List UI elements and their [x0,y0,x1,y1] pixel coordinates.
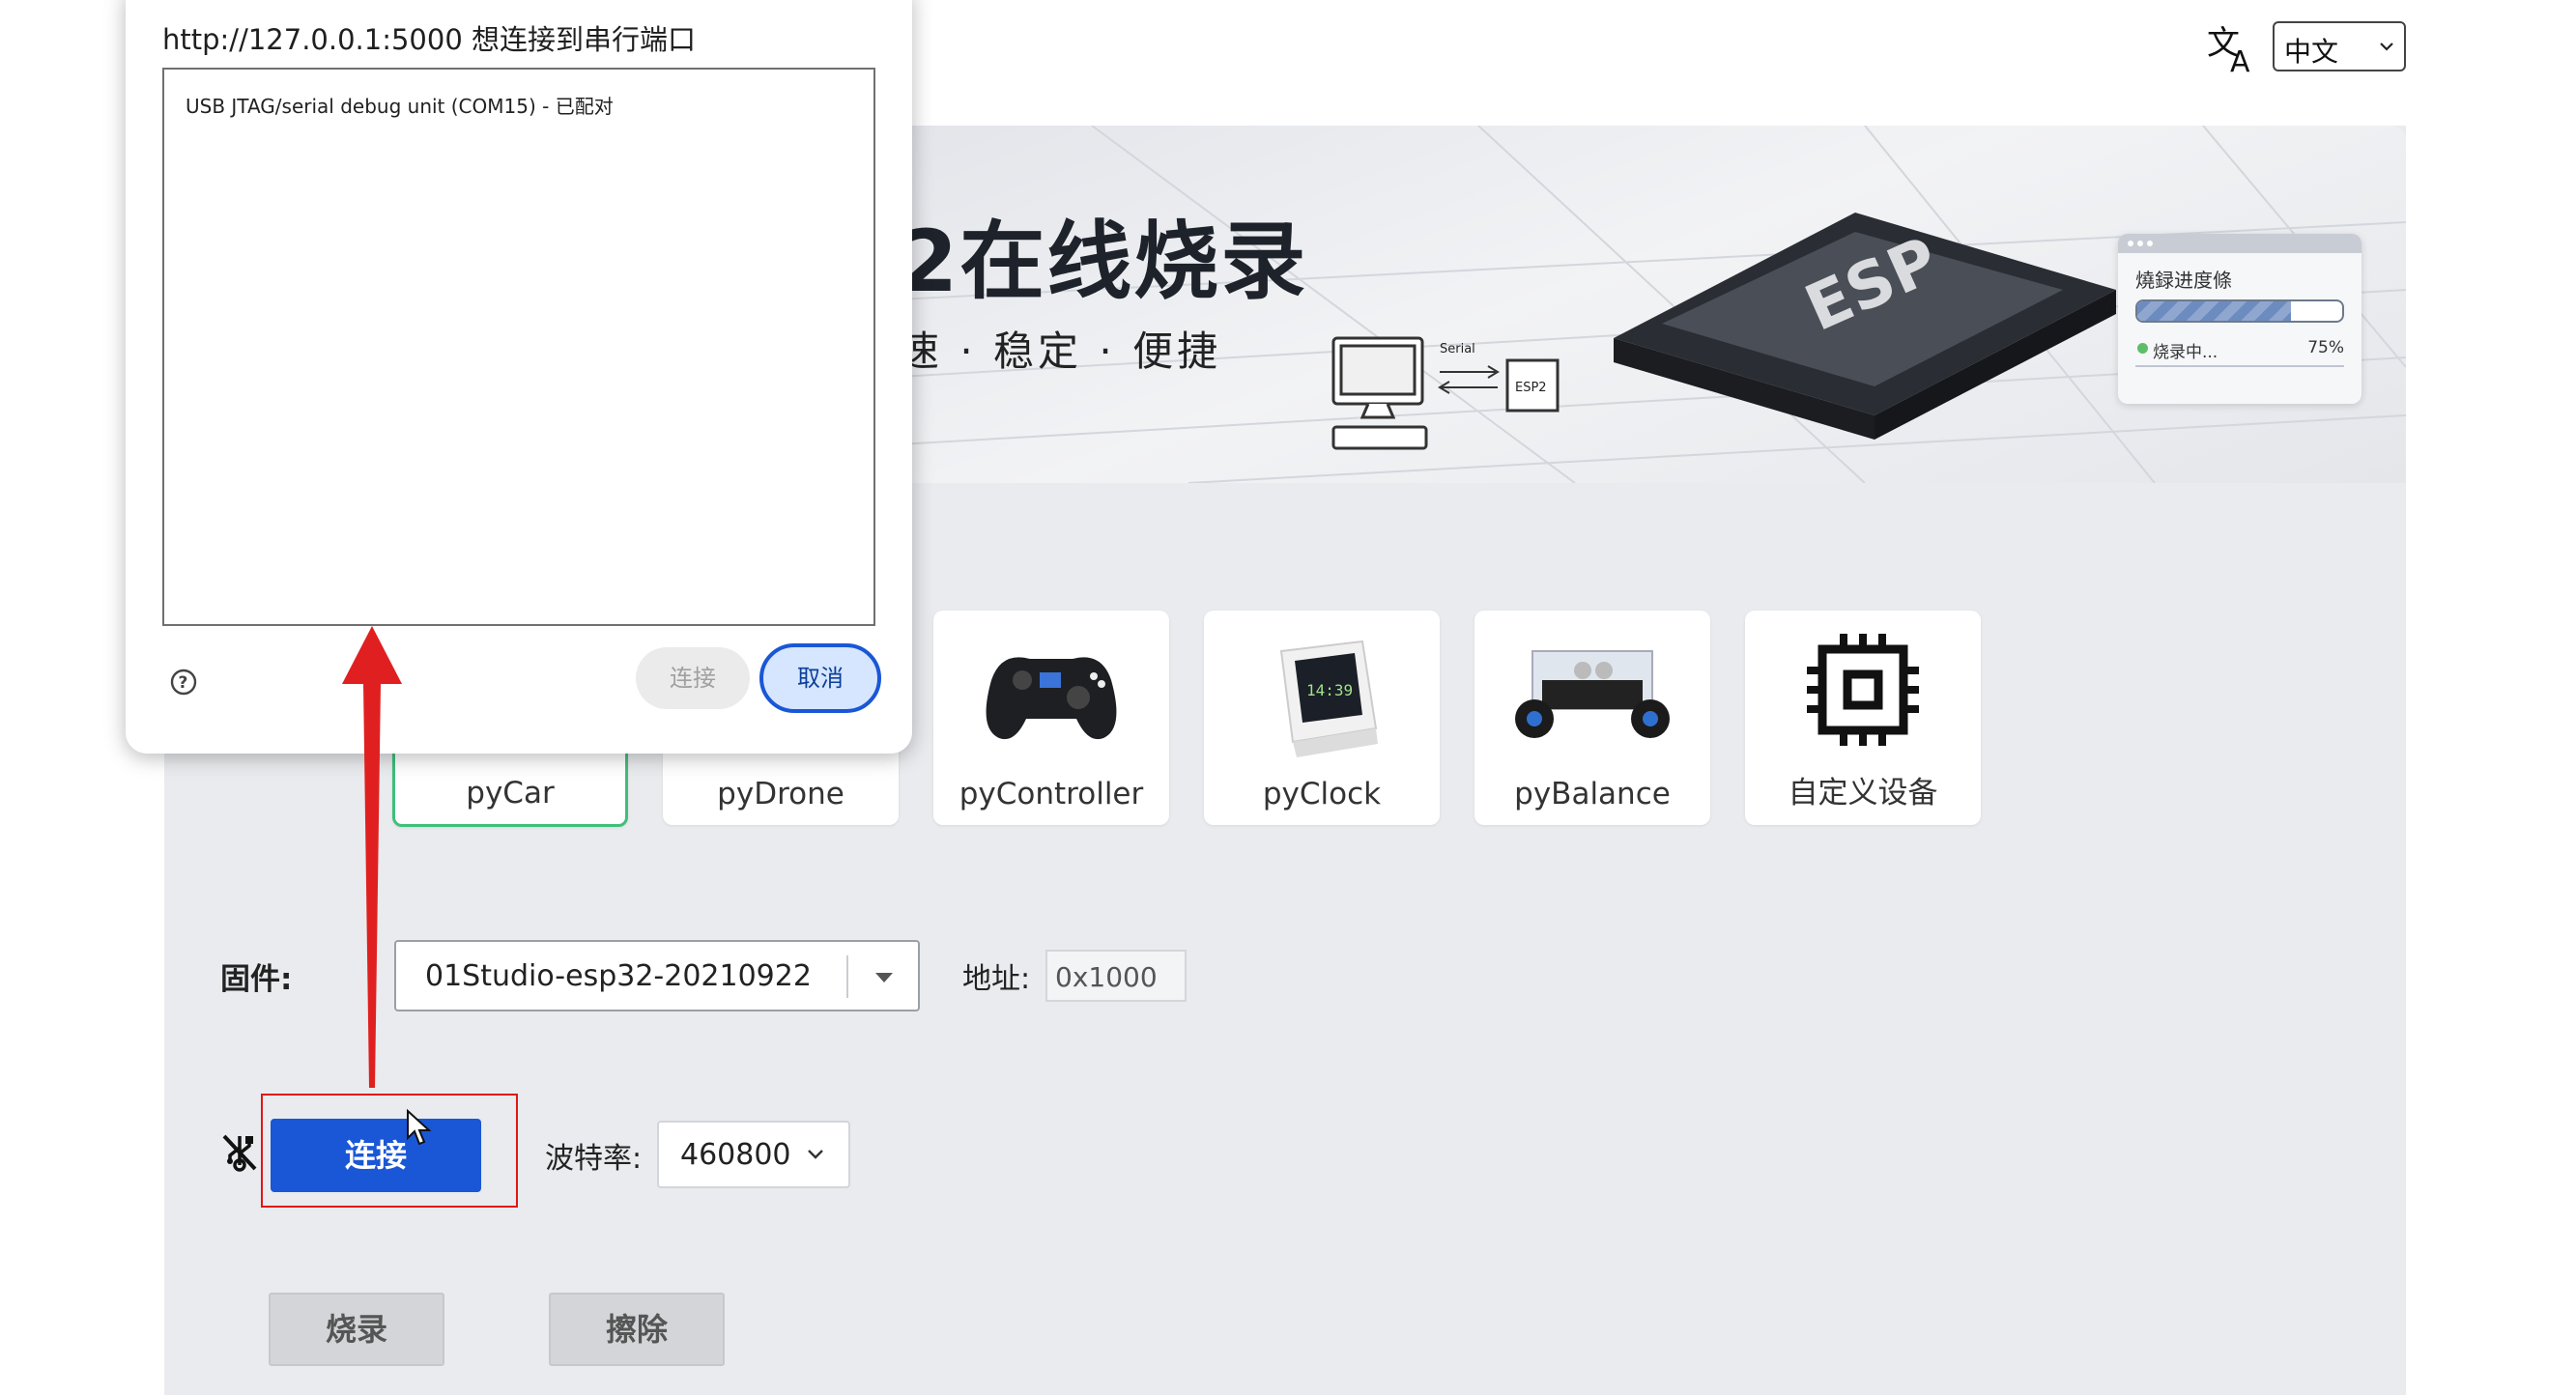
robot-car-icon [1515,650,1670,738]
highlight-box [261,1094,518,1208]
dropdown-arrow-icon [875,973,893,982]
dialog-title: http://127.0.0.1:5000 想连接到串行端口 [162,23,696,56]
baud-rate-value: 460800 [680,1138,791,1172]
svg-text:?: ? [179,673,188,693]
dialog-cancel-button[interactable]: 取消 [759,643,881,713]
erase-button[interactable]: 擦除 [549,1293,725,1366]
address-label: 地址: [962,962,1031,996]
baud-rate-label: 波特率: [545,1142,643,1176]
firmware-select[interactable]: 01Studio-esp32-20210922 [394,940,920,1011]
status-led [2137,343,2148,354]
progress-title: 燒録进度條 [2135,269,2232,292]
annotation-arrow [342,626,402,1088]
target-label: ESP2 [1515,381,1547,395]
address-input[interactable]: 0x1000 [1045,950,1187,1002]
hero-banner: ESP Serial ESP2 2在线烧录 速 · 稳定 · 便捷 燒録进度條 … [899,126,2406,483]
language-value: 中文 [2284,36,2339,68]
progress-status: 烧录中... [2153,343,2218,362]
translate-icon: 文 A [2207,24,2250,75]
device-card-custom[interactable]: 自定义设备 [1745,611,1981,825]
chip-icon [1807,634,1919,746]
device-label: pyClock [1262,777,1382,811]
serial-label: Serial [1440,342,1475,356]
serial-port-dialog: http://127.0.0.1:5000 想连接到串行端口 USB JTAG/… [126,0,912,754]
svg-text:A: A [2230,45,2250,75]
firmware-value: 01Studio-esp32-20210922 [425,959,812,993]
device-label: pyCar [466,776,555,811]
dialog-connect-button[interactable]: 连接 [636,647,750,709]
chevron-down-icon [2380,43,2393,51]
banner-subtitle: 速 · 稳定 · 便捷 [899,327,1222,375]
device-label: pyDrone [717,777,844,811]
chevron-down-icon [808,1150,823,1159]
progress-card: 燒録进度條 烧录中... 75% [2118,234,2361,404]
gamepad-icon [986,657,1117,740]
port-item[interactable]: USB JTAG/serial debug unit (COM15) - 已配对 [186,91,614,119]
firmware-label: 固件: [220,962,293,997]
device-label: pyBalance [1514,777,1671,811]
progress-percent: 75% [2307,338,2344,357]
port-list[interactable]: USB JTAG/serial debug unit (COM15) - 已配对 [162,68,875,626]
language-select[interactable]: 中文 [2273,21,2406,71]
device-label: 自定义设备 [1788,776,1938,811]
device-card-pyclock[interactable]: 14:39 pyClock [1204,611,1440,825]
svg-text:14:39: 14:39 [1306,681,1353,699]
mouse-cursor-icon [407,1109,432,1146]
device-card-pycontroller[interactable]: pyController [933,611,1169,825]
device-card-pybalance[interactable]: pyBalance [1474,611,1710,825]
banner-title: 2在线烧录 [899,212,1308,311]
flash-button[interactable]: 烧录 [269,1293,444,1366]
clock-device-icon: 14:39 [1279,640,1378,757]
device-label: pyController [959,777,1144,811]
usb-disconnected-icon [222,1134,257,1172]
help-icon[interactable]: ? [170,669,197,696]
baud-rate-select[interactable]: 460800 [657,1121,850,1188]
progress-bar [2135,299,2344,323]
